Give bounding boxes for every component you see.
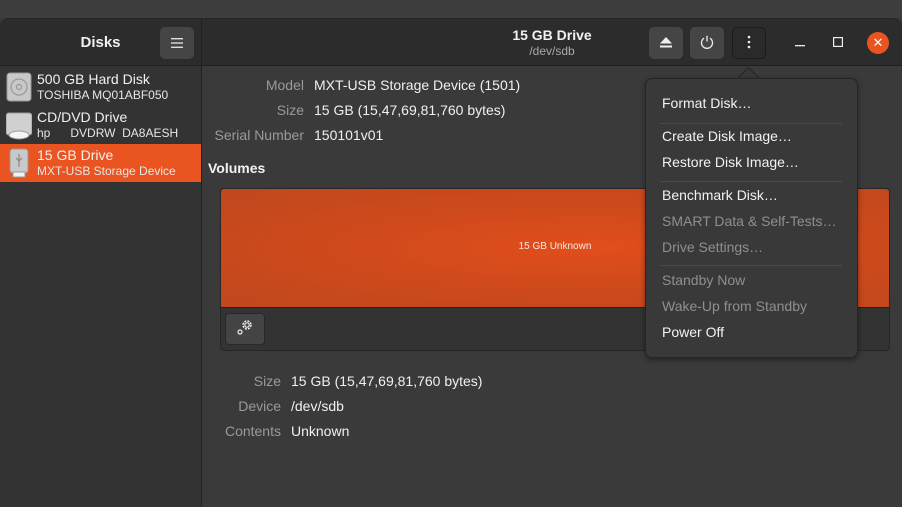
sidebar-header: Disks — [0, 19, 202, 66]
partition-options-button[interactable] — [225, 313, 265, 345]
drive-options-menu: Format Disk… Create Disk Image… Restore … — [645, 78, 858, 358]
power-off-button[interactable] — [690, 27, 724, 59]
eject-icon — [660, 35, 672, 51]
disk-item-500gb-hard-disk[interactable]: 500 GB Hard Disk TOSHIBA MQ01ABF050 — [0, 68, 201, 106]
disk-detail: TOSHIBA MQ01ABF050 — [37, 88, 169, 102]
serial-label: Serial Number — [214, 127, 304, 143]
menu-item-wake-up: Wake-Up from Standby — [662, 298, 807, 314]
hamburger-icon — [171, 35, 183, 51]
volume-size-value: 15 GB (15,47,69,81,760 bytes) — [291, 373, 483, 389]
volume-device-value: /dev/sdb — [291, 398, 344, 414]
volume-contents-label: Contents — [224, 423, 281, 439]
disk-name: CD/DVD Drive — [37, 109, 128, 125]
power-icon — [700, 35, 714, 52]
hard-disk-icon — [6, 72, 32, 102]
disk-detail: MXT-USB Storage Device — [37, 164, 176, 178]
usb-drive-icon — [6, 148, 32, 178]
maximize-icon — [833, 34, 844, 52]
drive-options-button[interactable] — [732, 27, 766, 59]
minimize-button[interactable] — [789, 32, 811, 54]
maximize-button[interactable] — [827, 32, 849, 54]
model-label: Model — [265, 77, 304, 93]
menu-item-smart-data: SMART Data & Self-Tests… — [662, 213, 837, 229]
disk-item-cd-dvd-drive[interactable]: CD/DVD Drive hp DVDRW DA8AESH — [0, 106, 201, 144]
menu-separator — [660, 123, 842, 124]
disk-list: 500 GB Hard Disk TOSHIBA MQ01ABF050 CD/D… — [0, 66, 202, 507]
menu-separator — [660, 181, 842, 182]
more-vertical-icon — [747, 35, 751, 52]
gears-icon — [236, 318, 254, 341]
model-value: MXT-USB Storage Device (1501) — [314, 77, 521, 93]
close-button[interactable]: ✕ — [867, 32, 889, 54]
serial-value: 150101v01 — [314, 127, 384, 143]
volume-size-label: Size — [253, 373, 281, 389]
menu-separator — [660, 265, 842, 266]
menu-item-standby-now: Standby Now — [662, 272, 746, 288]
menu-item-create-disk-image[interactable]: Create Disk Image… — [662, 128, 792, 144]
disk-name: 15 GB Drive — [37, 147, 114, 163]
disk-detail: hp DVDRW DA8AESH — [37, 126, 179, 140]
optical-drive-icon — [5, 110, 33, 140]
menu-item-benchmark-disk[interactable]: Benchmark Disk… — [662, 187, 778, 203]
close-icon: ✕ — [872, 35, 884, 50]
menu-item-restore-disk-image[interactable]: Restore Disk Image… — [662, 154, 799, 170]
size-label: Size — [276, 102, 304, 118]
volumes-heading: Volumes — [208, 160, 266, 176]
header-bar: 15 GB Drive /dev/sdb ✕ — [202, 19, 902, 66]
eject-button[interactable] — [649, 27, 683, 59]
menu-item-format-disk[interactable]: Format Disk… — [662, 95, 751, 111]
app-menu-button[interactable] — [160, 27, 194, 59]
minimize-icon — [795, 34, 805, 52]
volume-contents-value: Unknown — [291, 423, 350, 439]
disk-name: 500 GB Hard Disk — [37, 71, 150, 87]
volume-device-label: Device — [238, 398, 281, 414]
disk-item-15gb-drive[interactable]: 15 GB Drive MXT-USB Storage Device — [0, 144, 201, 182]
size-value: 15 GB (15,47,69,81,760 bytes) — [314, 102, 506, 118]
desktop-top-strip — [0, 0, 902, 18]
menu-item-power-off[interactable]: Power Off — [662, 324, 724, 340]
menu-item-drive-settings: Drive Settings… — [662, 239, 764, 255]
